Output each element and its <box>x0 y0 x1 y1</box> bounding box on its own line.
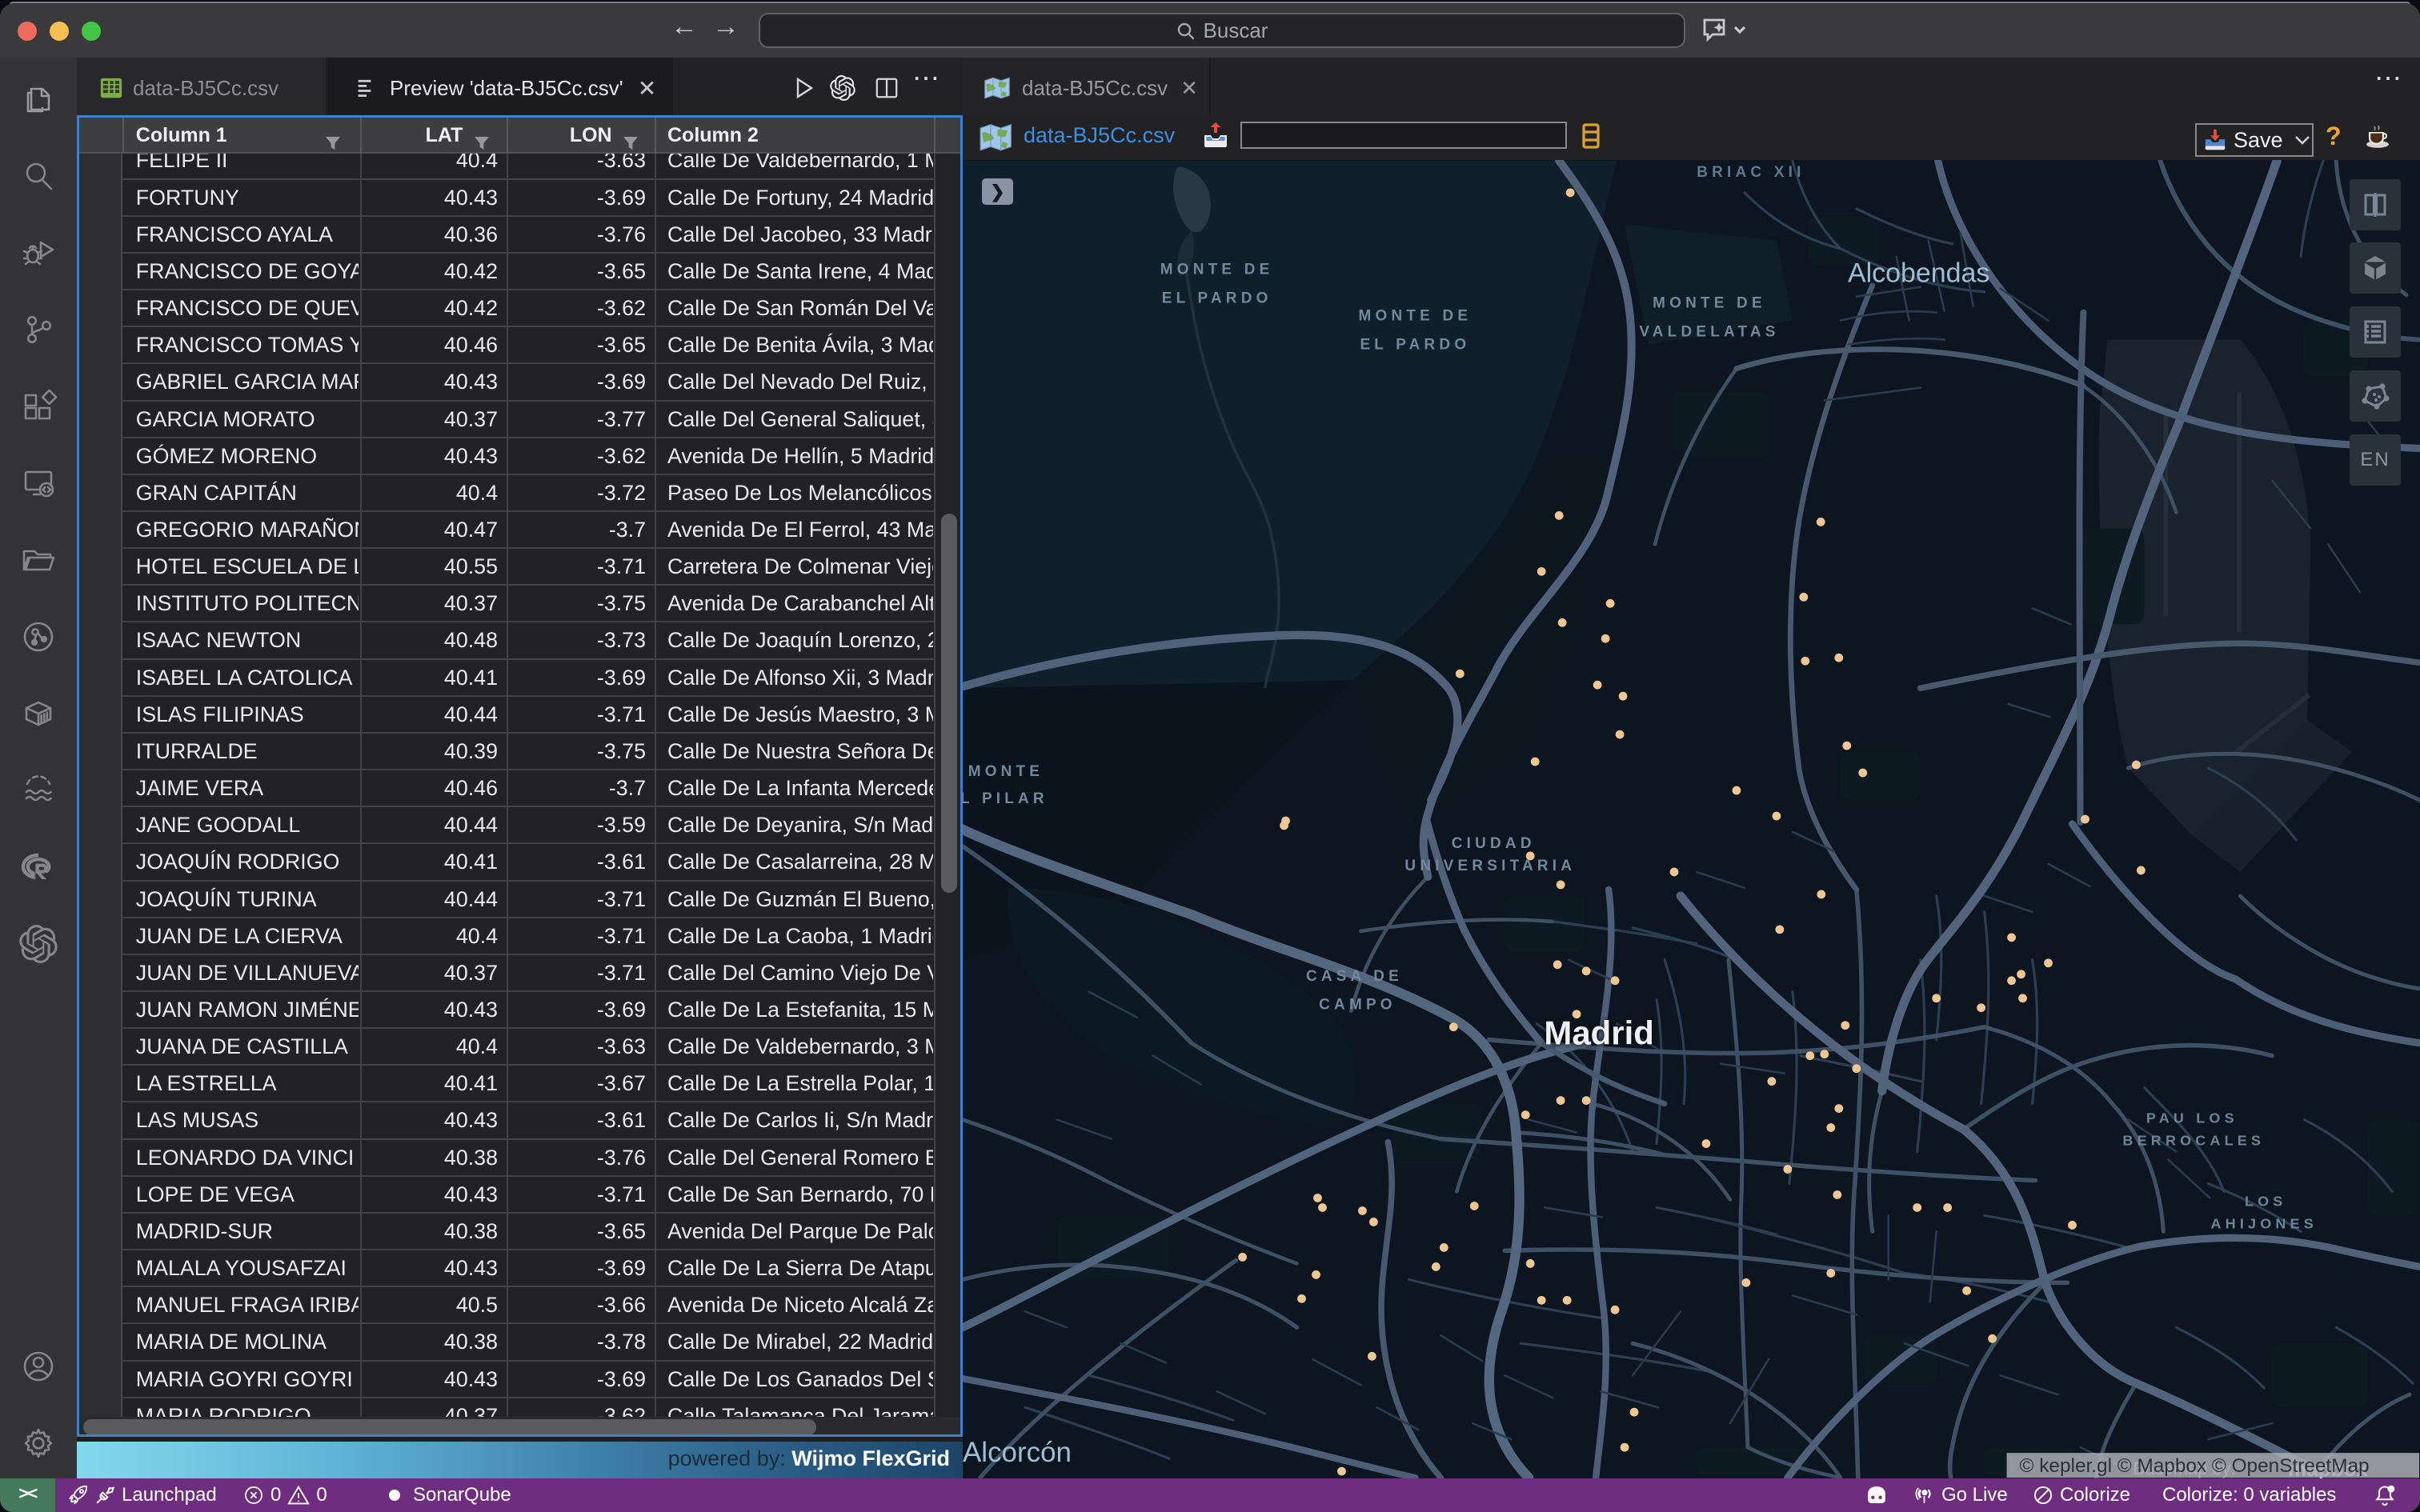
svg-text:© kepler.gl © Mapbox © OpenStr: © kepler.gl © Mapbox © OpenStreetMap <box>2020 1455 2370 1477</box>
svg-text:MONTE: MONTE <box>968 763 1044 780</box>
svg-text:EL PARDO: EL PARDO <box>1162 290 1272 307</box>
svg-text:BRIAC XII: BRIAC XII <box>1697 164 1805 181</box>
svg-text:Madrid: Madrid <box>1544 1014 1653 1052</box>
svg-text:MONTE DE: MONTE DE <box>1160 262 1274 278</box>
svg-text:MONTE DE: MONTE DE <box>1359 308 1472 325</box>
svg-text:LOS: LOS <box>2245 1193 2287 1209</box>
svg-text:PAU LOS: PAU LOS <box>2146 1110 2238 1126</box>
svg-text:CAMPO: CAMPO <box>1319 997 1396 1014</box>
svg-text:CASA DE: CASA DE <box>1306 968 1403 985</box>
svg-text:Alcorcón: Alcorcón <box>963 1437 1072 1468</box>
svg-text:Alcobendas: Alcobendas <box>1848 258 1989 289</box>
svg-text:MONTE DE: MONTE DE <box>1653 295 1766 312</box>
svg-text:AHIJONES: AHIJONES <box>2211 1215 2318 1231</box>
svg-text:BERROCALES: BERROCALES <box>2122 1133 2265 1149</box>
svg-text:VALDELATAS: VALDELATAS <box>1639 324 1779 341</box>
svg-text:L PILAR: L PILAR <box>963 790 1048 807</box>
svg-text:UNIVERSITARIA: UNIVERSITARIA <box>1404 858 1576 874</box>
svg-text:EL PARDO: EL PARDO <box>1360 337 1470 354</box>
svg-text:CIUDAD: CIUDAD <box>1452 835 1536 852</box>
